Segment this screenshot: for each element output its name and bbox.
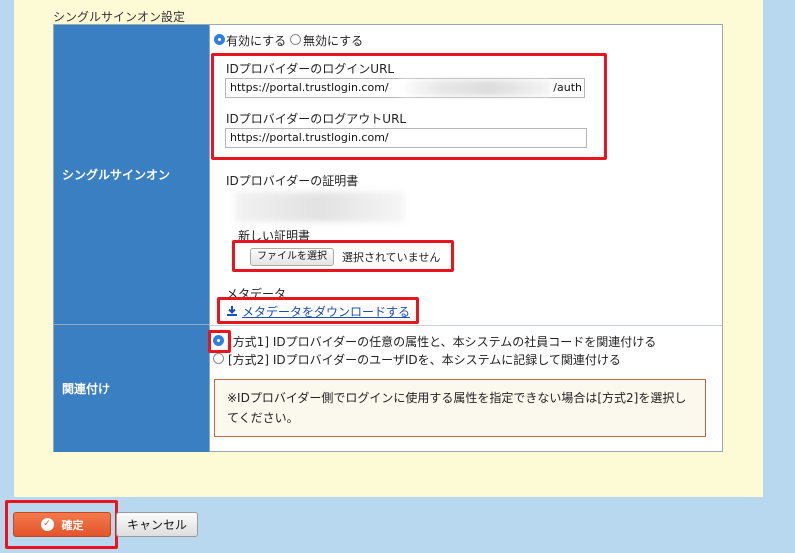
section-title: シングルサインオン設定: [53, 10, 186, 24]
sso-enable-radio[interactable]: [214, 34, 225, 45]
metadata-highlight-box: [217, 297, 419, 324]
row-divider: [209, 325, 722, 326]
sso-row-header: シングルサインオン: [54, 25, 209, 325]
mapping-row-header: 関連付け: [54, 325, 209, 452]
mapping-header-label: 関連付け: [62, 382, 111, 396]
mapping-note: ※IDプロバイダー側でログインに使用する属性を指定できない場合は[方式2]を選択…: [214, 379, 706, 437]
redacted-certificate: [235, 192, 405, 222]
option1-highlight-box: [208, 330, 231, 353]
mapping-option1-label[interactable]: [方式1] IDプロバイダーの任意の属性と、本システムの社員コードを関連付ける: [228, 333, 656, 350]
mapping-option2-label[interactable]: [方式2] IDプロバイダーのユーザIDを、本システムに記録して関連付ける: [228, 351, 621, 368]
sso-disable-label[interactable]: 無効にする: [303, 32, 363, 49]
sso-header-label: シングルサインオン: [62, 168, 171, 182]
sso-disable-radio[interactable]: [290, 34, 301, 45]
cancel-button[interactable]: キャンセル: [116, 512, 198, 537]
column-divider: [209, 25, 210, 451]
confirm-highlight-box: [5, 500, 118, 549]
cancel-label: キャンセル: [126, 518, 187, 532]
url-highlight-box: [211, 53, 607, 160]
sso-enable-label[interactable]: 有効にする: [226, 32, 286, 49]
file-highlight-box: [232, 240, 454, 272]
mapping-option2-radio[interactable]: [213, 353, 224, 364]
cert-label: IDプロバイダーの証明書: [226, 174, 359, 188]
